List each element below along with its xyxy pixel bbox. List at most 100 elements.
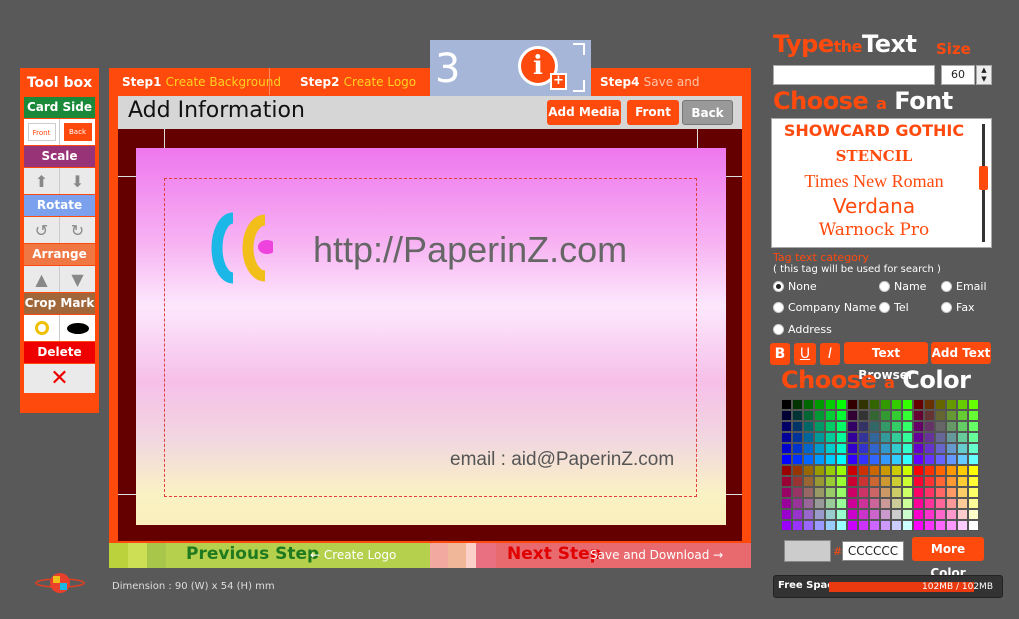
color-swatch[interactable] [803, 520, 814, 531]
color-swatch[interactable] [924, 465, 935, 476]
color-swatch[interactable] [869, 465, 880, 476]
step1-tab[interactable]: Step1 Create Background [122, 68, 281, 95]
color-swatch[interactable] [946, 465, 957, 476]
color-swatch[interactable] [913, 520, 924, 531]
color-swatch[interactable] [847, 432, 858, 443]
color-swatch[interactable] [968, 443, 979, 454]
color-swatch[interactable] [913, 465, 924, 476]
next-step-button[interactable]: Next Step Save and Download → [496, 543, 751, 568]
color-swatch[interactable] [902, 487, 913, 498]
color-swatch[interactable] [836, 421, 847, 432]
color-swatch[interactable] [814, 465, 825, 476]
color-swatch[interactable] [869, 509, 880, 520]
color-swatch[interactable] [880, 487, 891, 498]
back-button[interactable]: Back [682, 100, 733, 125]
color-swatch[interactable] [814, 399, 825, 410]
color-swatch[interactable] [880, 498, 891, 509]
color-swatch[interactable] [968, 498, 979, 509]
color-swatch[interactable] [869, 399, 880, 410]
chevron-down-icon[interactable]: ▼ [977, 75, 991, 84]
color-swatch[interactable] [858, 454, 869, 465]
color-swatch[interactable] [803, 476, 814, 487]
color-swatch[interactable] [869, 410, 880, 421]
color-swatch[interactable] [924, 421, 935, 432]
color-swatch[interactable] [814, 443, 825, 454]
color-swatch[interactable] [946, 454, 957, 465]
color-swatch[interactable] [880, 432, 891, 443]
scale-down-button[interactable]: ⬇ [60, 168, 95, 194]
color-swatch[interactable] [814, 410, 825, 421]
color-swatch[interactable] [847, 410, 858, 421]
color-swatch[interactable] [781, 476, 792, 487]
color-swatch[interactable] [891, 498, 902, 509]
color-swatch[interactable] [957, 498, 968, 509]
tag-radio-address[interactable]: Address [773, 323, 832, 336]
color-swatch[interactable] [781, 432, 792, 443]
color-swatch[interactable] [869, 476, 880, 487]
color-swatch[interactable] [803, 509, 814, 520]
color-swatch[interactable] [792, 454, 803, 465]
color-swatch[interactable] [880, 476, 891, 487]
color-swatch[interactable] [957, 465, 968, 476]
color-swatch[interactable] [869, 432, 880, 443]
chevron-up-icon[interactable]: ▲ [977, 66, 991, 75]
color-swatch[interactable] [891, 432, 902, 443]
color-swatch[interactable] [836, 410, 847, 421]
color-swatch[interactable] [924, 487, 935, 498]
color-swatch[interactable] [913, 443, 924, 454]
color-swatch[interactable] [825, 487, 836, 498]
color-swatch[interactable] [913, 498, 924, 509]
color-swatch[interactable] [946, 476, 957, 487]
tag-radio-none[interactable]: None [773, 280, 817, 293]
font-option-warnock[interactable]: Warnock Pro [772, 220, 976, 240]
color-swatch[interactable] [891, 454, 902, 465]
color-swatch[interactable] [836, 432, 847, 443]
color-swatch[interactable] [869, 487, 880, 498]
color-swatch[interactable] [935, 509, 946, 520]
color-swatch[interactable] [946, 520, 957, 531]
color-swatch[interactable] [957, 399, 968, 410]
color-swatch[interactable] [968, 520, 979, 531]
color-swatch[interactable] [825, 454, 836, 465]
color-swatch[interactable] [924, 399, 935, 410]
color-swatch[interactable] [803, 421, 814, 432]
color-swatch[interactable] [792, 399, 803, 410]
color-swatch[interactable] [781, 410, 792, 421]
color-swatch[interactable] [924, 509, 935, 520]
color-swatch[interactable] [968, 421, 979, 432]
color-swatch[interactable] [880, 509, 891, 520]
card-logo[interactable] [203, 212, 276, 284]
color-swatch[interactable] [891, 509, 902, 520]
hex-color-input[interactable]: CCCCCC [842, 541, 904, 561]
color-swatch[interactable] [781, 487, 792, 498]
color-swatch[interactable] [825, 443, 836, 454]
color-swatch[interactable] [781, 421, 792, 432]
color-swatch[interactable] [825, 498, 836, 509]
color-swatch[interactable] [880, 465, 891, 476]
color-swatch[interactable] [814, 509, 825, 520]
color-swatch[interactable] [825, 465, 836, 476]
color-swatch[interactable] [825, 476, 836, 487]
color-swatch[interactable] [858, 520, 869, 531]
color-swatch[interactable] [847, 476, 858, 487]
color-swatch[interactable] [891, 421, 902, 432]
color-swatch[interactable] [891, 465, 902, 476]
color-swatch[interactable] [781, 509, 792, 520]
color-swatch[interactable] [891, 487, 902, 498]
color-swatch[interactable] [792, 443, 803, 454]
color-swatch[interactable] [935, 443, 946, 454]
color-swatch[interactable] [968, 410, 979, 421]
color-swatch[interactable] [935, 476, 946, 487]
color-swatch[interactable] [836, 487, 847, 498]
color-swatch[interactable] [836, 454, 847, 465]
rotate-right-button[interactable]: ↻ [60, 217, 95, 243]
color-swatch[interactable] [858, 498, 869, 509]
size-stepper[interactable]: ▲ ▼ [976, 65, 992, 85]
color-swatch[interactable] [869, 498, 880, 509]
text-input[interactable] [773, 65, 935, 85]
color-swatch[interactable] [803, 465, 814, 476]
color-swatch[interactable] [891, 410, 902, 421]
color-swatch[interactable] [792, 509, 803, 520]
rotate-left-button[interactable]: ↺ [24, 217, 60, 243]
color-swatch[interactable] [968, 476, 979, 487]
